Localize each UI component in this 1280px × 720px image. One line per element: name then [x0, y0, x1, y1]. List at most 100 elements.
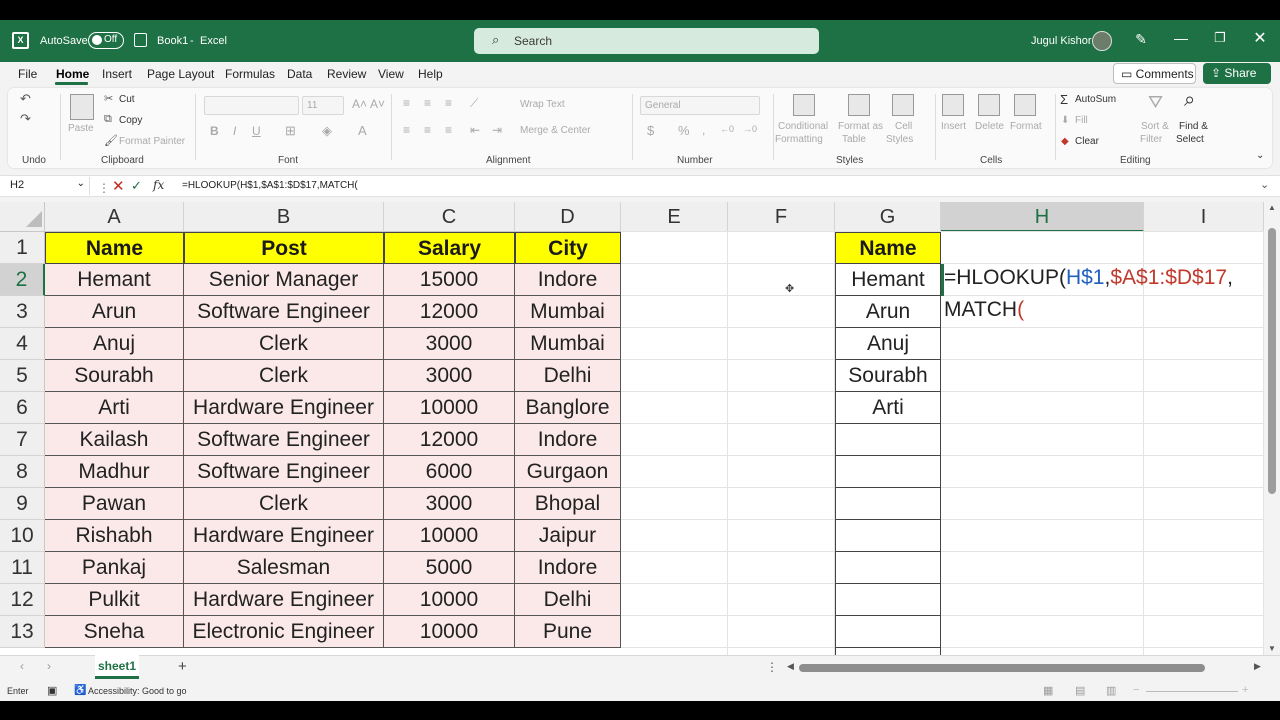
- table-cell[interactable]: 10000: [384, 392, 515, 424]
- vertical-scroll-thumb[interactable]: [1268, 228, 1276, 494]
- avatar[interactable]: [1092, 31, 1112, 51]
- tab-data[interactable]: Data: [287, 67, 312, 81]
- lookup-cell[interactable]: Arun: [835, 296, 941, 328]
- tab-review[interactable]: Review: [327, 67, 366, 81]
- table-cell[interactable]: Bhopal: [515, 488, 621, 520]
- table-cell[interactable]: Indore: [515, 552, 621, 584]
- table-cell[interactable]: Software Engineer: [184, 424, 384, 456]
- clear-button[interactable]: Clear: [1075, 136, 1099, 147]
- table-cell[interactable]: Kailash: [45, 424, 184, 456]
- autosum-button[interactable]: AutoSum: [1075, 94, 1116, 105]
- table-cell[interactable]: 15000: [384, 264, 515, 296]
- decrease-indent-icon[interactable]: ⇤: [470, 123, 480, 137]
- fx-icon[interactable]: fx: [153, 178, 164, 192]
- fill-color-icon[interactable]: ◈: [322, 123, 332, 139]
- table-cell[interactable]: 10000: [384, 616, 515, 648]
- scroll-right-icon[interactable]: ▶: [1254, 661, 1261, 672]
- table-cell[interactable]: Salesman: [184, 552, 384, 584]
- lookup-cell[interactable]: Arti: [835, 392, 941, 424]
- column-header-e[interactable]: E: [621, 202, 728, 232]
- format-as-table-button[interactable]: Format as: [838, 121, 883, 132]
- percent-button[interactable]: %: [678, 123, 690, 138]
- horizontal-scroll-thumb[interactable]: [799, 664, 1205, 672]
- comma-style-icon[interactable]: ,: [702, 123, 705, 137]
- table-cell[interactable]: Rishabh: [45, 520, 184, 552]
- name-box[interactable]: H2 ⌄: [6, 177, 90, 195]
- row-header-12[interactable]: 12: [0, 584, 45, 616]
- page-layout-view-icon[interactable]: ▤: [1075, 684, 1085, 697]
- column-header-c[interactable]: C: [384, 202, 515, 232]
- wrap-text-button[interactable]: Wrap Text: [520, 99, 565, 110]
- copy-button[interactable]: Copy: [119, 115, 142, 126]
- lookup-cell[interactable]: [835, 488, 941, 520]
- table-cell[interactable]: Indore: [515, 264, 621, 296]
- table-cell[interactable]: 12000: [384, 424, 515, 456]
- align-left-icon[interactable]: ≡: [403, 123, 410, 137]
- delete-cells-button[interactable]: Delete: [975, 121, 1004, 132]
- name-box-dropdown-icon[interactable]: ⌄: [77, 178, 85, 189]
- cut-button[interactable]: Cut: [119, 94, 135, 105]
- cancel-icon[interactable]: ✕: [112, 177, 125, 195]
- table-cell[interactable]: Software Engineer: [184, 456, 384, 488]
- row-header-2[interactable]: 2: [0, 264, 45, 296]
- table-cell[interactable]: Anuj: [45, 328, 184, 360]
- table-cell[interactable]: 12000: [384, 296, 515, 328]
- row-header-1[interactable]: 1: [0, 232, 45, 264]
- table-header-cell[interactable]: Salary: [384, 232, 515, 264]
- formula-input[interactable]: =HLOOKUP(H$1,$A$1:$D$17,MATCH(: [182, 180, 358, 191]
- restore-icon[interactable]: ❐: [1210, 30, 1230, 46]
- paste-label[interactable]: Paste: [68, 123, 94, 134]
- table-cell[interactable]: Indore: [515, 424, 621, 456]
- editing-cell-text[interactable]: =HLOOKUP(H$1,$A$1:$D$17,: [944, 266, 1233, 290]
- save-icon[interactable]: [134, 33, 147, 47]
- row-header-4[interactable]: 4: [0, 328, 45, 360]
- row-header-9[interactable]: 9: [0, 488, 45, 520]
- tab-file[interactable]: File: [18, 67, 37, 81]
- grow-font-icon[interactable]: A˄: [352, 97, 367, 111]
- row-header-13[interactable]: 13: [0, 616, 45, 648]
- align-middle-icon[interactable]: ≡: [424, 96, 431, 110]
- merge-center-button[interactable]: Merge & Center: [520, 125, 591, 136]
- table-cell[interactable]: Banglore: [515, 392, 621, 424]
- shrink-font-icon[interactable]: A˅: [370, 97, 385, 111]
- table-cell[interactable]: Mumbai: [515, 328, 621, 360]
- find-select-button[interactable]: Find &: [1179, 121, 1208, 132]
- paste-icon[interactable]: [70, 94, 94, 120]
- autosave-toggle[interactable]: Off: [88, 32, 124, 49]
- table-cell[interactable]: 6000: [384, 456, 515, 488]
- column-header-b[interactable]: B: [184, 202, 384, 232]
- lookup-cell[interactable]: [835, 520, 941, 552]
- macro-record-icon[interactable]: ▣: [47, 684, 57, 697]
- lookup-cell[interactable]: Sourabh: [835, 360, 941, 392]
- table-cell[interactable]: Arun: [45, 296, 184, 328]
- table-cell[interactable]: 10000: [384, 584, 515, 616]
- table-header-cell[interactable]: City: [515, 232, 621, 264]
- column-header-g[interactable]: G: [835, 202, 941, 232]
- lookup-cell[interactable]: [835, 456, 941, 488]
- lookup-header-cell[interactable]: Name: [835, 232, 941, 264]
- table-cell[interactable]: 10000: [384, 520, 515, 552]
- cell-styles-button-line2[interactable]: Styles: [886, 134, 913, 145]
- table-cell[interactable]: Jaipur: [515, 520, 621, 552]
- lookup-cell[interactable]: [835, 424, 941, 456]
- add-sheet-icon[interactable]: +: [178, 658, 187, 675]
- table-cell[interactable]: Sneha: [45, 616, 184, 648]
- align-right-icon[interactable]: ≡: [445, 123, 452, 137]
- table-cell[interactable]: 5000: [384, 552, 515, 584]
- page-break-view-icon[interactable]: ▥: [1106, 684, 1116, 697]
- conditional-formatting-button[interactable]: Conditional: [778, 121, 828, 132]
- row-header-8[interactable]: 8: [0, 456, 45, 488]
- align-bottom-icon[interactable]: ≡: [445, 96, 452, 110]
- lookup-cell[interactable]: [835, 616, 941, 648]
- tab-splitter-icon[interactable]: ⋮: [766, 660, 778, 674]
- tab-home[interactable]: Home: [56, 67, 89, 81]
- table-cell[interactable]: 3000: [384, 488, 515, 520]
- table-cell[interactable]: Hardware Engineer: [184, 520, 384, 552]
- share-button[interactable]: ⇪ Share: [1203, 63, 1271, 84]
- font-color-icon[interactable]: A: [358, 123, 367, 138]
- column-header-i[interactable]: I: [1144, 202, 1264, 232]
- align-top-icon[interactable]: ≡: [403, 96, 410, 110]
- lookup-cell[interactable]: Anuj: [835, 328, 941, 360]
- scroll-down-icon[interactable]: ▼: [1268, 644, 1276, 653]
- row-header-6[interactable]: 6: [0, 392, 45, 424]
